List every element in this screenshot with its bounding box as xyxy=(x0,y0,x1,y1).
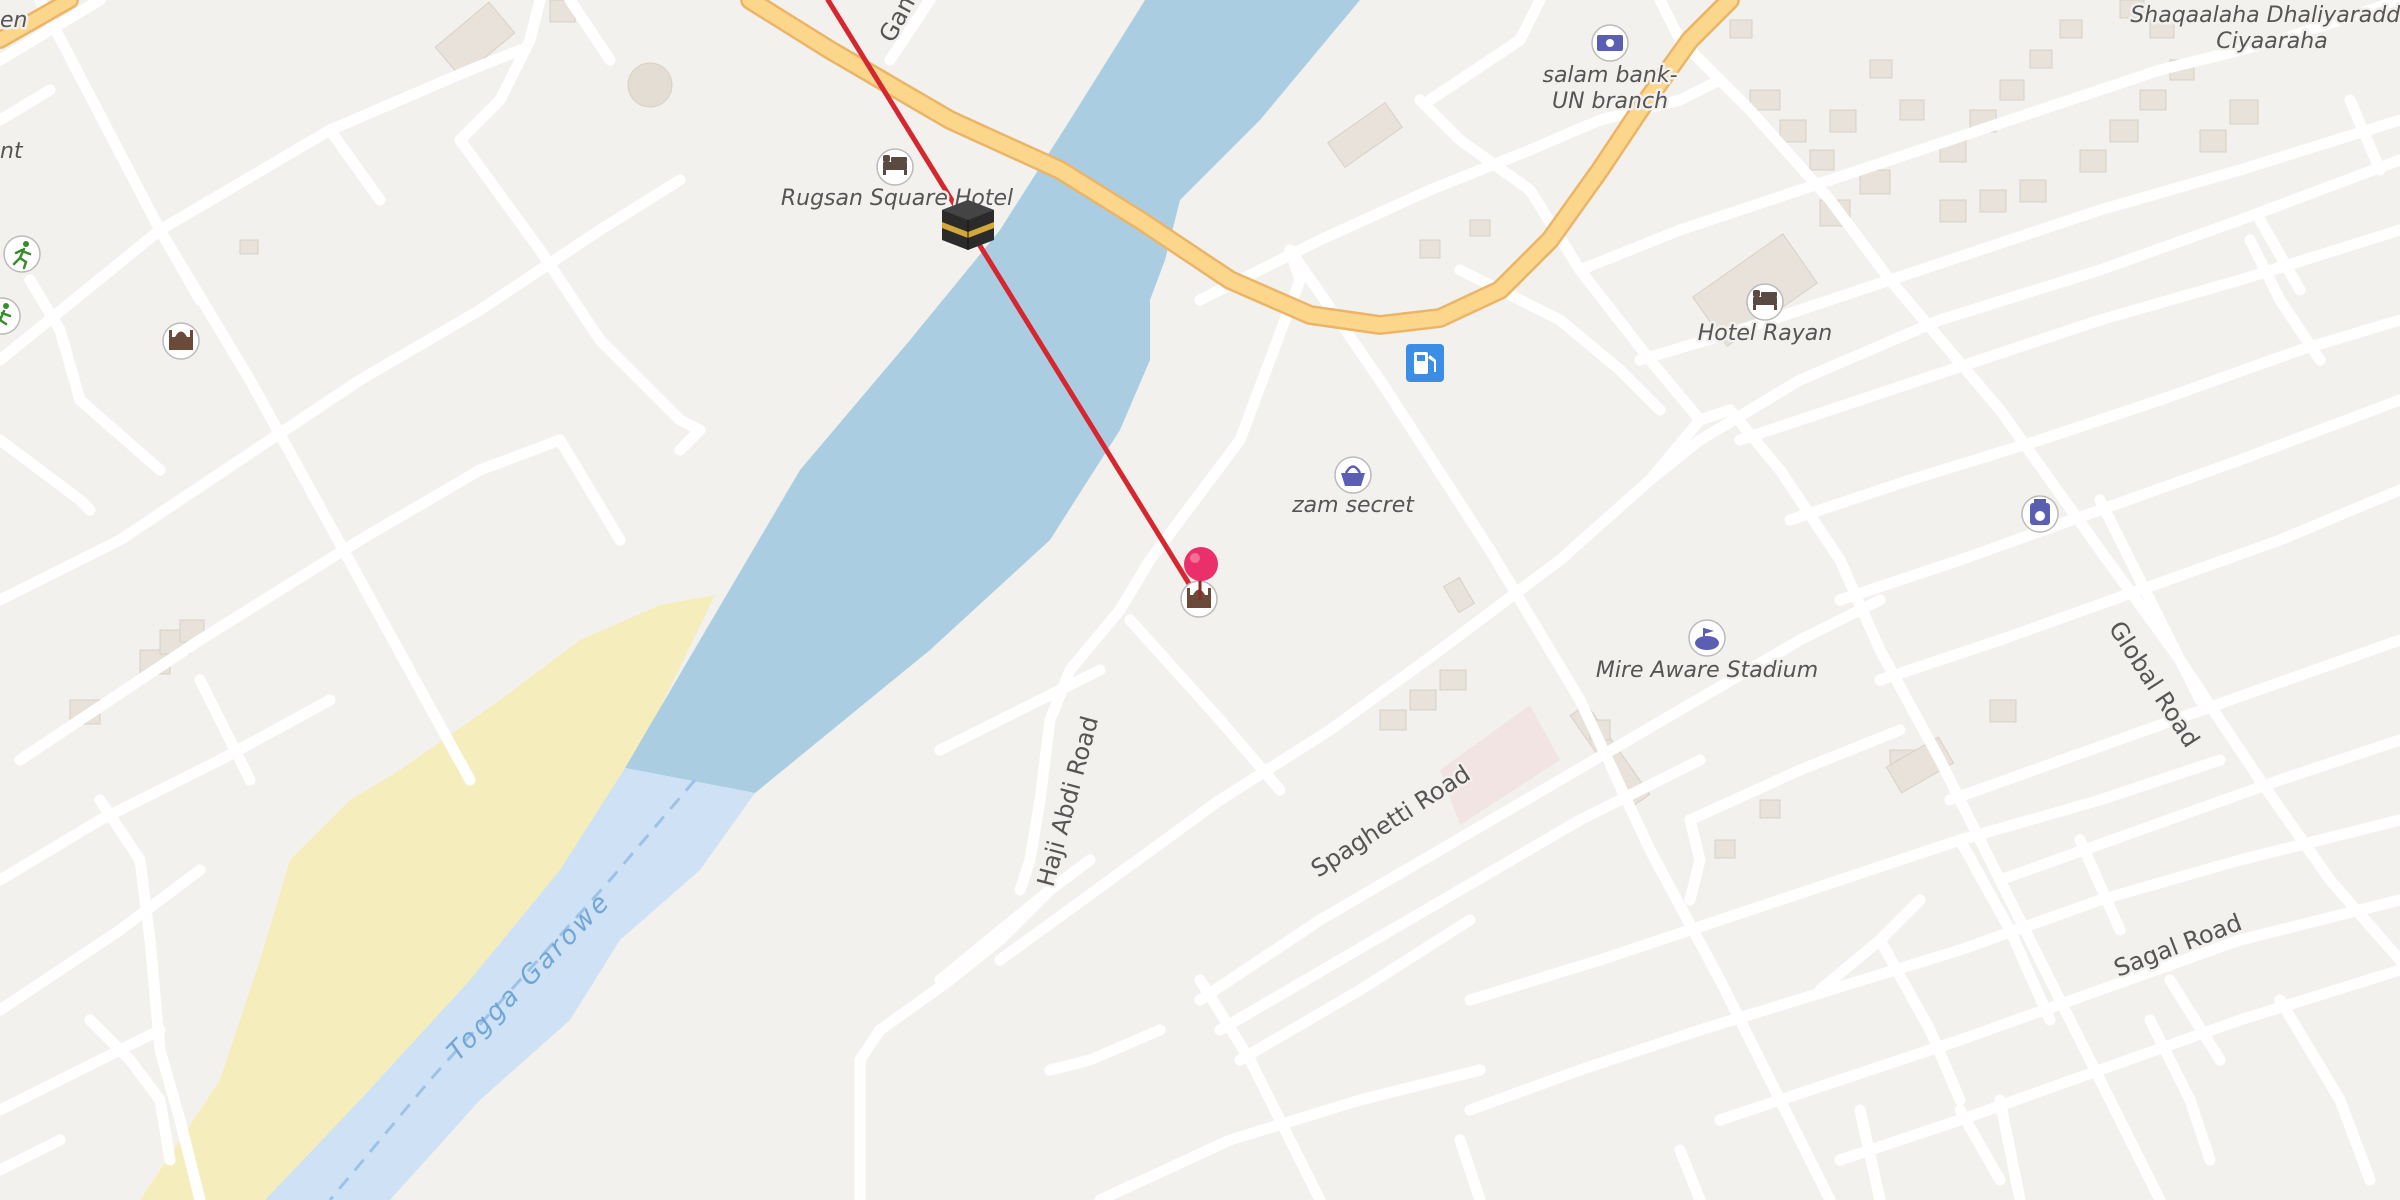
poi-camera-shop[interactable] xyxy=(2021,495,2059,533)
map-canvas[interactable]: Haji Abdi Road Spaghetti Road Global Roa… xyxy=(0,0,2400,1200)
poi-label-stadium: Mire Aware Stadium xyxy=(1596,658,1818,683)
poi-label-zam-secret: zam secret xyxy=(1291,493,1415,518)
banknote-icon xyxy=(1597,35,1623,51)
poi-fuel-station[interactable] xyxy=(1406,344,1444,382)
poi-sport-1[interactable] xyxy=(3,235,41,273)
edge-label-top-left: en xyxy=(0,8,27,33)
edge-label-left: nt xyxy=(0,139,24,164)
area-label-line1: Shaqaalaha Dhaliyaradda xyxy=(2130,3,2400,28)
poi-mosque-west[interactable] xyxy=(162,322,200,360)
poi-label-salam-bank-1: salam bank- xyxy=(1542,63,1677,88)
kaaba-icon xyxy=(942,200,994,250)
poi-label-salam-bank-2: UN branch xyxy=(1552,89,1668,114)
area-label-line2: Ciyaaraha xyxy=(2216,29,2327,54)
poi-label-hotel-rayan: Hotel Rayan xyxy=(1698,321,1832,346)
